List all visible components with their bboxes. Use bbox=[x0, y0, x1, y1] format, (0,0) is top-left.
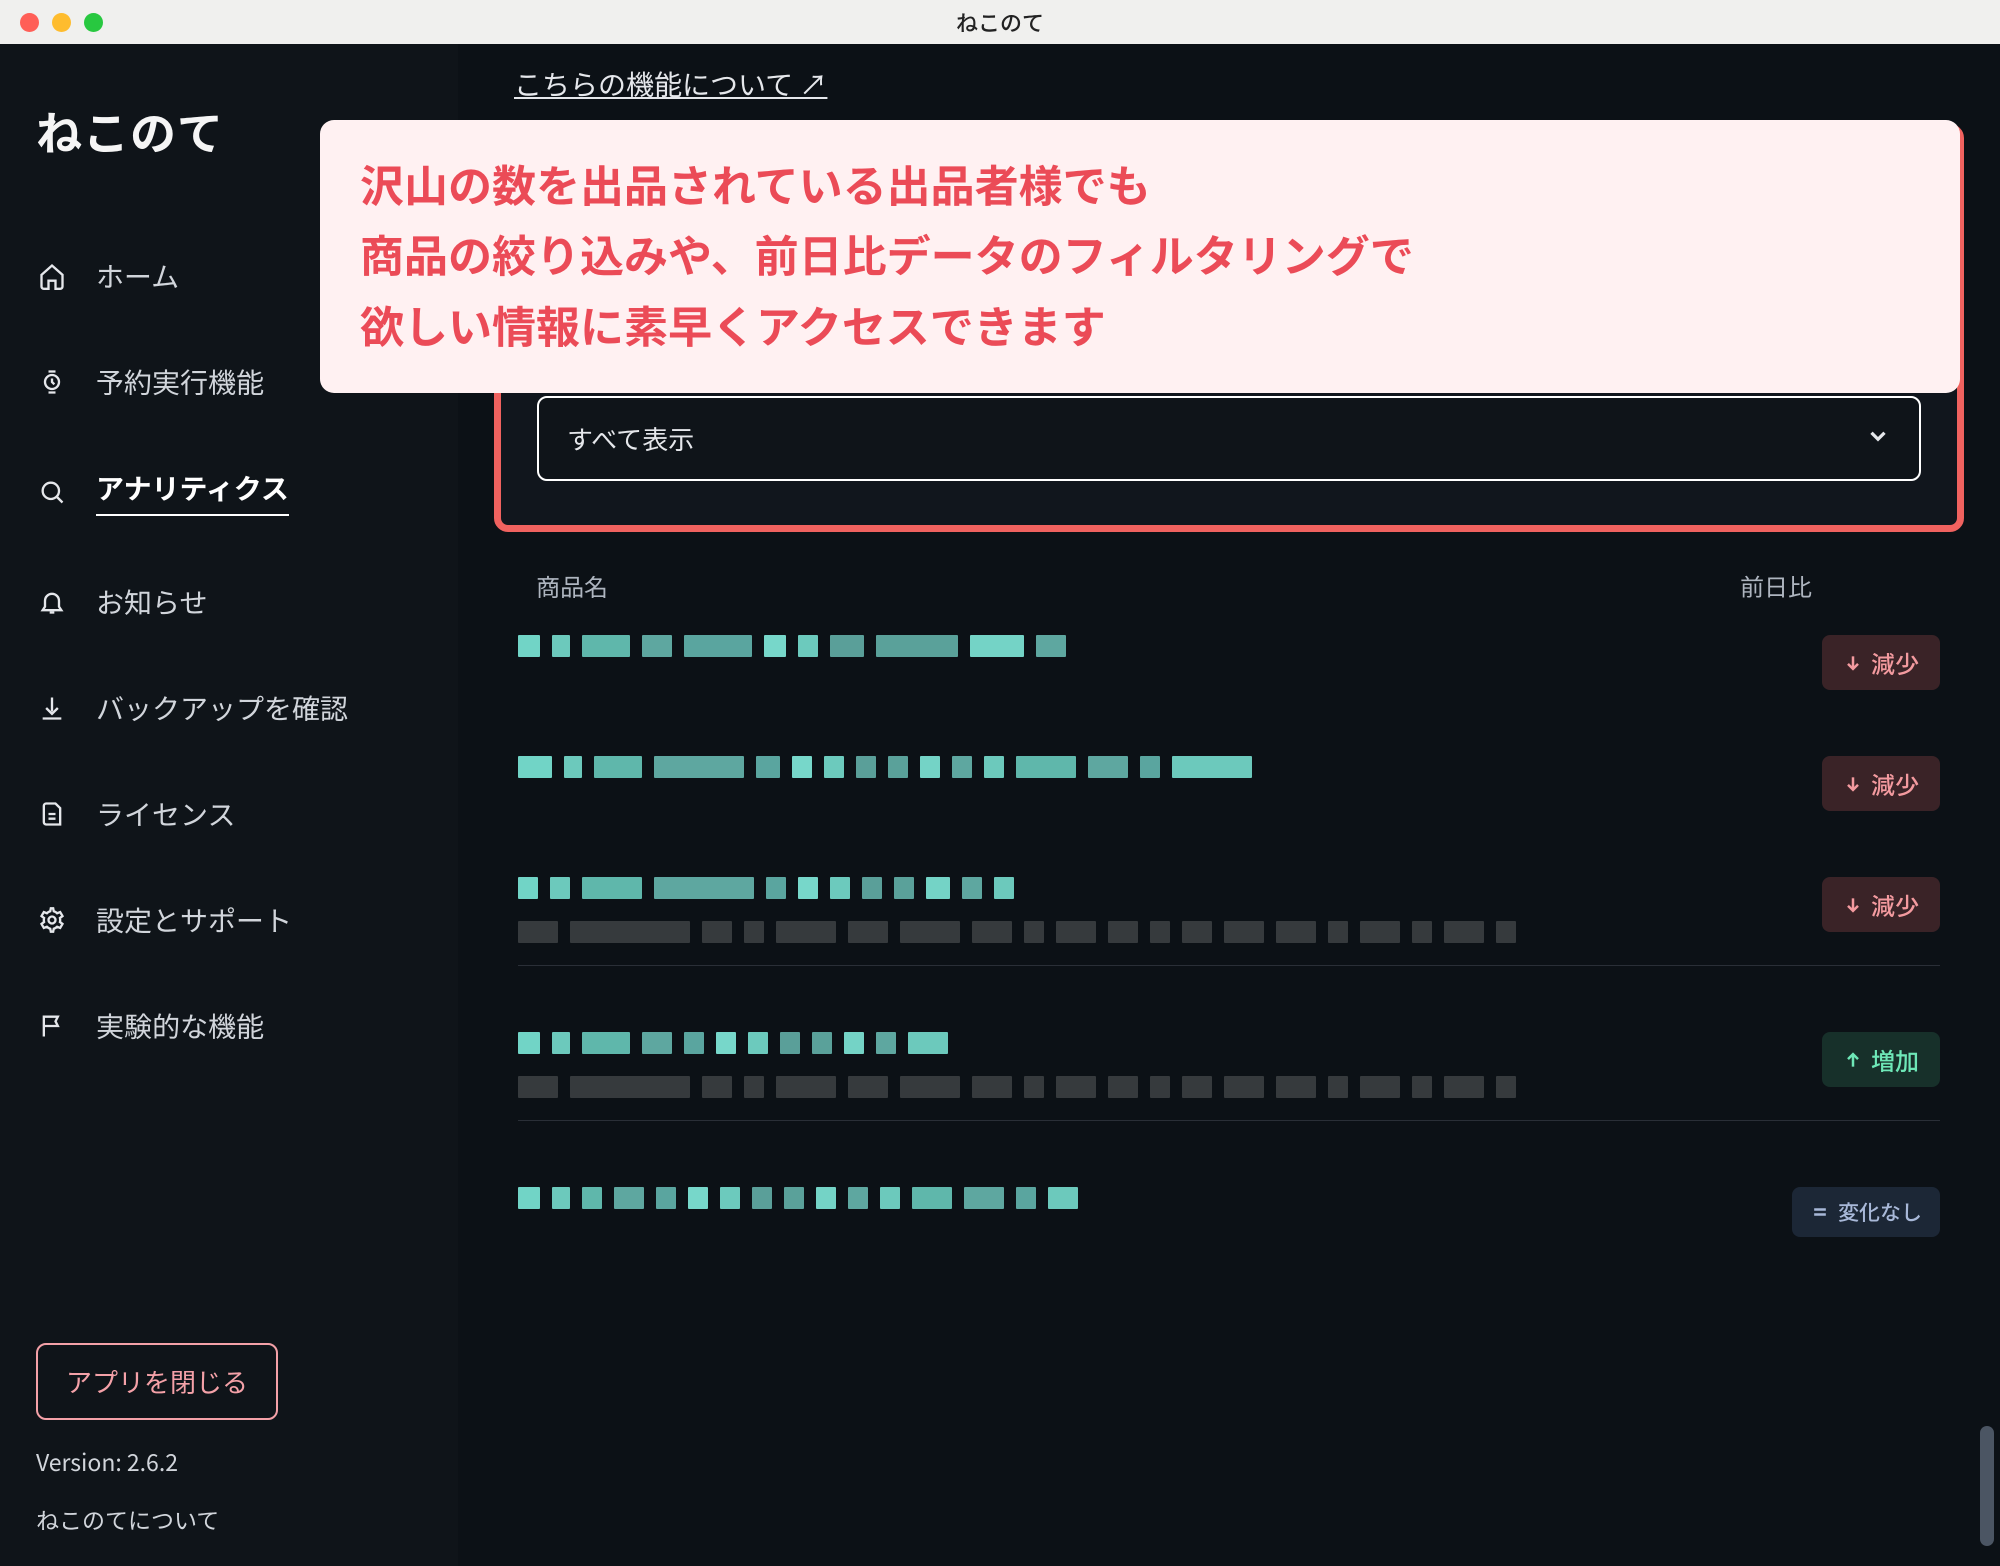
row-content bbox=[518, 635, 1802, 657]
flag-icon bbox=[36, 1010, 68, 1042]
window-titlebar: ねこのて bbox=[0, 0, 2000, 44]
callout-line: 商品の絞り込みや、前日比データのフィルタリングで bbox=[360, 218, 1920, 288]
diff-badge-decrease: 減少 bbox=[1822, 877, 1940, 932]
arrow-up-icon bbox=[1843, 1050, 1863, 1070]
document-icon bbox=[36, 798, 68, 830]
row-secondary-text bbox=[518, 1076, 1802, 1098]
arrow-down-icon bbox=[1843, 653, 1863, 673]
select-value: すべて表示 bbox=[567, 420, 694, 457]
explainer-callout: 沢山の数を出品されている出品者様でも 商品の絞り込みや、前日比データのフィルタリ… bbox=[320, 120, 1960, 393]
column-product-name: 商品名 bbox=[536, 568, 1740, 603]
table-row[interactable]: 減少 bbox=[518, 865, 1940, 966]
gear-icon bbox=[36, 904, 68, 936]
window-close-icon[interactable] bbox=[20, 13, 39, 32]
callout-line: 沢山の数を出品されている出品者様でも bbox=[360, 148, 1920, 218]
sidebar-item-4[interactable]: バックアップを確認 bbox=[36, 688, 422, 728]
callout-line: 欲しい情報に素早くアクセスできます bbox=[360, 289, 1920, 359]
search-icon bbox=[36, 476, 68, 508]
bell-icon bbox=[36, 586, 68, 618]
table-row[interactable]: 変化なし bbox=[518, 1175, 1940, 1237]
window-minimize-icon[interactable] bbox=[52, 13, 71, 32]
sidebar-item-6[interactable]: 設定とサポート bbox=[36, 900, 422, 940]
equals-icon bbox=[1810, 1202, 1830, 1222]
day-diff-filter-select[interactable]: すべて表示 bbox=[537, 396, 1921, 481]
badge-label: 減少 bbox=[1871, 766, 1919, 801]
download-icon bbox=[36, 692, 68, 724]
row-product-name bbox=[518, 1032, 1802, 1054]
sidebar-item-label: 実験的な機能 bbox=[96, 1006, 264, 1046]
sidebar-item-3[interactable]: お知らせ bbox=[36, 582, 422, 622]
window-title: ねこのて bbox=[0, 6, 2000, 38]
sidebar-item-7[interactable]: 実験的な機能 bbox=[36, 1006, 422, 1046]
column-day-diff: 前日比 bbox=[1740, 568, 1940, 603]
arrow-down-icon bbox=[1843, 895, 1863, 915]
close-app-button[interactable]: アプリを閉じる bbox=[36, 1343, 278, 1420]
feature-about-link[interactable]: こちらの機能について ↗ bbox=[458, 44, 863, 124]
sidebar-item-label: 予約実行機能 bbox=[96, 362, 264, 402]
diff-badge-increase: 増加 bbox=[1822, 1032, 1940, 1087]
badge-label: 減少 bbox=[1871, 887, 1919, 922]
row-product-name bbox=[518, 756, 1802, 778]
sidebar-item-label: 設定とサポート bbox=[96, 900, 292, 940]
row-product-name bbox=[518, 877, 1802, 899]
sidebar-item-2[interactable]: アナリティクス bbox=[36, 468, 422, 516]
table-body: 減少減少減少増加変化なし bbox=[458, 623, 2000, 1237]
sidebar-item-5[interactable]: ライセンス bbox=[36, 794, 422, 834]
sidebar-item-label: バックアップを確認 bbox=[96, 688, 348, 728]
sidebar-item-label: お知らせ bbox=[96, 582, 207, 622]
sidebar-item-label: アナリティクス bbox=[96, 468, 289, 516]
row-content bbox=[518, 1032, 1802, 1098]
watch-icon bbox=[36, 366, 68, 398]
chevron-down-icon bbox=[1865, 420, 1891, 457]
table-row[interactable]: 減少 bbox=[518, 623, 1940, 690]
table-row[interactable]: 減少 bbox=[518, 744, 1940, 811]
sidebar-item-label: ホーム bbox=[96, 256, 179, 296]
badge-label: 変化なし bbox=[1838, 1197, 1922, 1227]
row-content bbox=[518, 1187, 1772, 1209]
table-header: 商品名 前日比 bbox=[458, 556, 2000, 623]
about-link[interactable]: ねこのてについて bbox=[36, 1502, 422, 1536]
version-label: Version: 2.6.2 bbox=[36, 1444, 422, 1478]
badge-label: 増加 bbox=[1871, 1042, 1919, 1077]
sidebar-item-label: ライセンス bbox=[96, 794, 235, 834]
diff-badge-decrease: 減少 bbox=[1822, 756, 1940, 811]
row-content bbox=[518, 756, 1802, 778]
row-product-name bbox=[518, 1187, 1772, 1209]
table-row[interactable]: 増加 bbox=[518, 1020, 1940, 1121]
row-secondary-text bbox=[518, 921, 1802, 943]
row-content bbox=[518, 877, 1802, 943]
arrow-down-icon bbox=[1843, 774, 1863, 794]
diff-badge-decrease: 減少 bbox=[1822, 635, 1940, 690]
diff-badge-nochange: 変化なし bbox=[1792, 1187, 1940, 1237]
home-icon bbox=[36, 260, 68, 292]
row-product-name bbox=[518, 635, 1802, 657]
scrollbar[interactable] bbox=[1980, 1426, 1994, 1546]
badge-label: 減少 bbox=[1871, 645, 1919, 680]
window-zoom-icon[interactable] bbox=[84, 13, 103, 32]
